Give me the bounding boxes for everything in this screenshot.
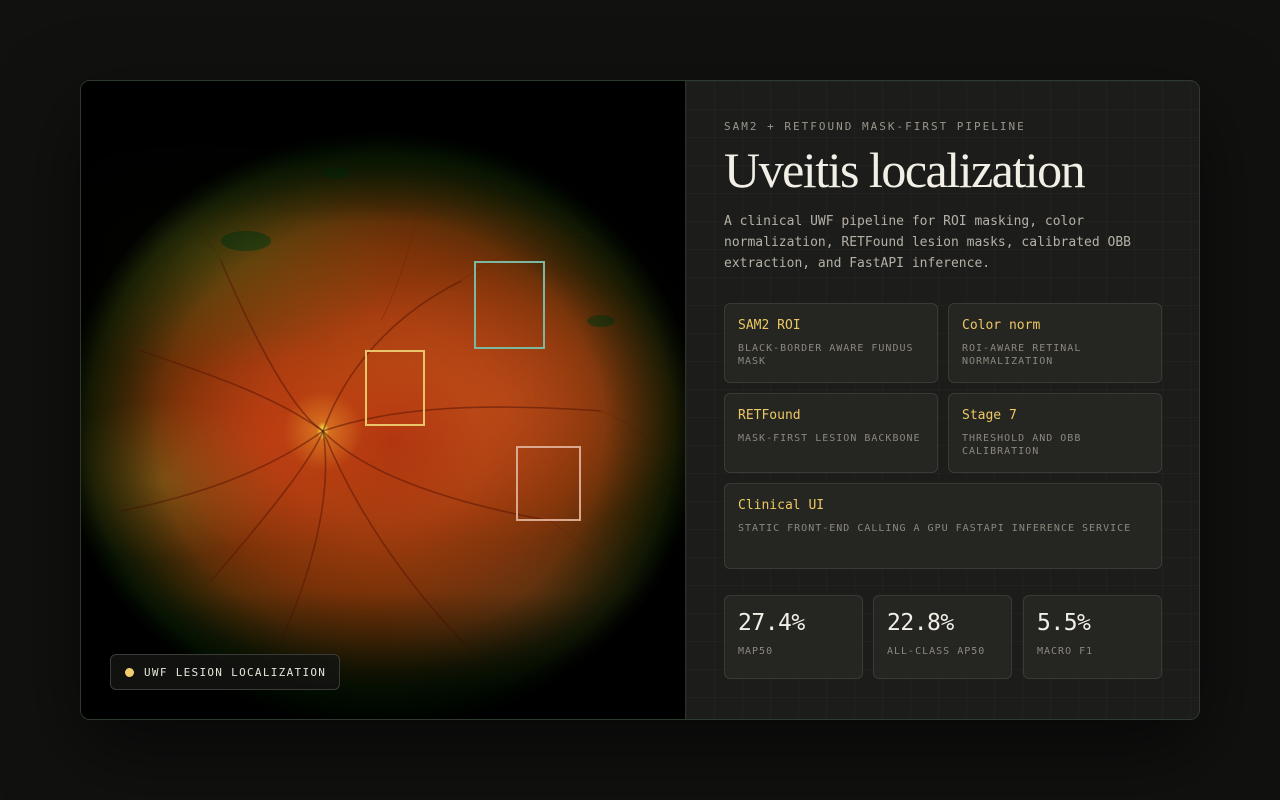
feature-card-sam2-roi: SAM2 ROI BLACK-BORDER AWARE FUNDUS MASK — [724, 303, 938, 383]
lesion-detection-box[interactable] — [516, 446, 581, 521]
fundus-image-panel: UWF LESION LOCALIZATION — [81, 81, 685, 719]
feature-card-retfound: RETFound MASK-FIRST LESION BACKBONE — [724, 393, 938, 473]
metric-card-macro-f1: 5.5% MACRO F1 — [1023, 595, 1162, 679]
lesion-detection-box[interactable] — [474, 261, 545, 349]
feature-description: THRESHOLD AND OBB CALIBRATION — [962, 433, 1082, 457]
metric-value: 5.5% — [1037, 610, 1091, 636]
feature-description: ROI-AWARE RETINAL NORMALIZATION — [962, 343, 1082, 367]
feature-title: SAM2 ROI — [738, 318, 801, 333]
feature-title: RETFound — [738, 408, 801, 423]
page-title: Uveitis localization — [724, 142, 1086, 198]
feature-title: Color norm — [962, 318, 1041, 333]
feature-description: BLACK-BORDER AWARE FUNDUS MASK — [738, 343, 914, 367]
lesion-detection-box[interactable] — [365, 350, 425, 426]
hero-card: UWF LESION LOCALIZATION SAM2 + RETFOUND … — [80, 80, 1200, 720]
feature-description: MASK-FIRST LESION BACKBONE — [738, 433, 921, 444]
feature-title: Stage 7 — [962, 408, 1017, 423]
feature-card-stage-7: Stage 7 THRESHOLD AND OBB CALIBRATION — [948, 393, 1162, 473]
page-description: A clinical UWF pipeline for ROI masking,… — [724, 214, 1131, 271]
metric-card-all-class-ap50: 22.8% ALL-CLASS AP50 — [873, 595, 1012, 679]
metric-label: MAP50 — [738, 646, 774, 657]
info-panel: SAM2 + RETFOUND MASK-FIRST PIPELINE Uvei… — [685, 81, 1199, 719]
metric-label: MACRO F1 — [1037, 646, 1094, 657]
metric-label: ALL-CLASS AP50 — [887, 646, 986, 657]
image-caption-label: UWF LESION LOCALIZATION — [144, 665, 327, 679]
feature-card-color-norm: Color norm ROI-AWARE RETINAL NORMALIZATI… — [948, 303, 1162, 383]
feature-description: STATIC FRONT-END CALLING A GPU FASTAPI I… — [738, 523, 1132, 534]
feature-title: Clinical UI — [738, 498, 825, 513]
metric-card-map50: 27.4% MAP50 — [724, 595, 863, 679]
image-caption-chip: UWF LESION LOCALIZATION — [110, 654, 341, 690]
status-dot-icon — [125, 667, 134, 677]
metric-value: 22.8% — [887, 610, 954, 636]
metric-value: 27.4% — [738, 610, 805, 636]
feature-card-clinical-ui: Clinical UI STATIC FRONT-END CALLING A G… — [724, 483, 1162, 569]
pipeline-eyebrow: SAM2 + RETFOUND MASK-FIRST PIPELINE — [724, 120, 1026, 133]
